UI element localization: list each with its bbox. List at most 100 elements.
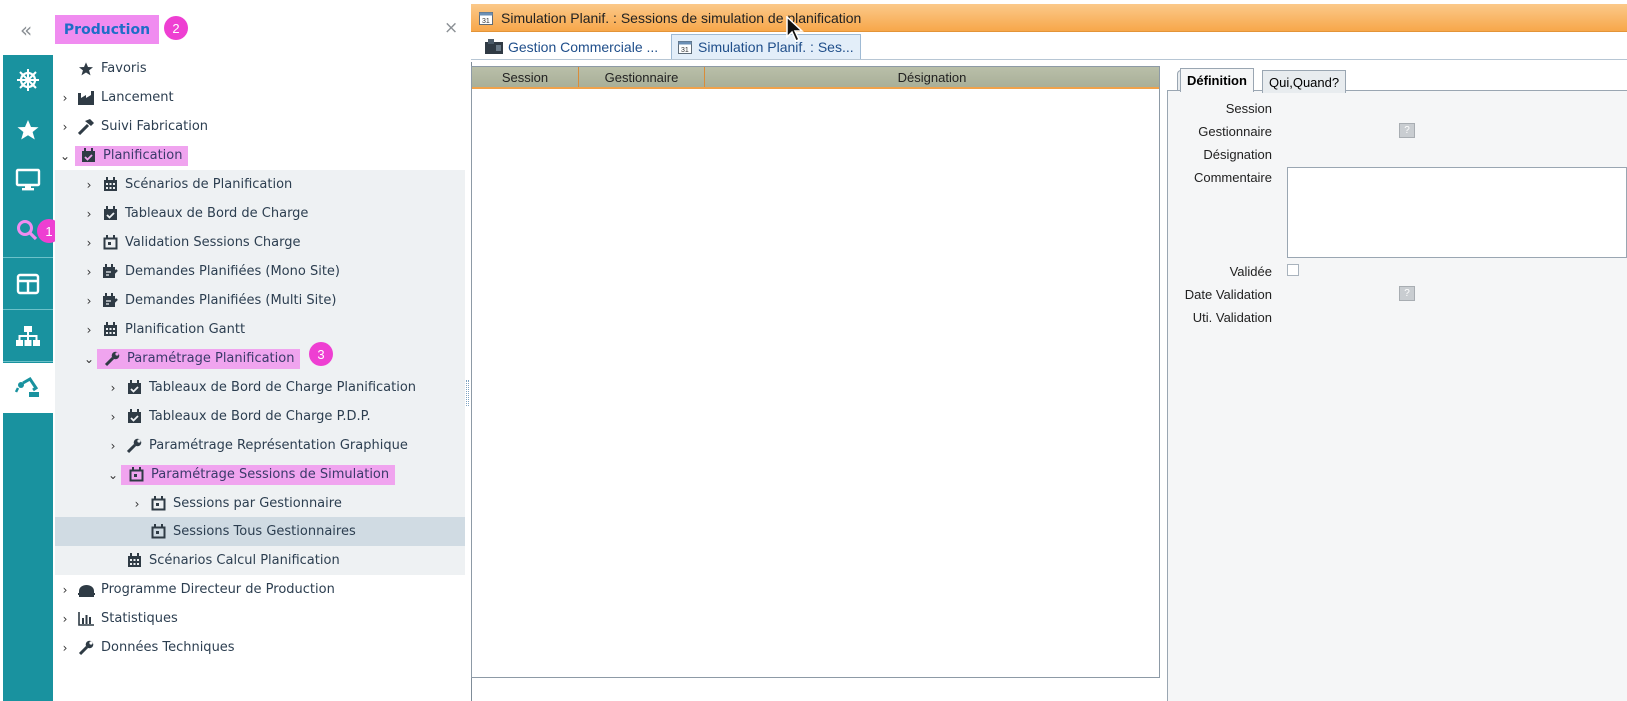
grid-header: Session Gestionnaire Désignation bbox=[472, 67, 1159, 89]
tree-item-planification[interactable]: ⌄ Planification bbox=[57, 141, 189, 170]
tree-item-statistiques[interactable]: › Statistiques bbox=[57, 604, 178, 633]
tree-item-label: Planification bbox=[103, 148, 183, 163]
tree-item-sessions-tous-gestionnaires[interactable]: Sessions Tous Gestionnaires bbox=[129, 517, 356, 546]
tree-item-lancement[interactable]: › Lancement bbox=[57, 83, 174, 112]
helm-icon[interactable] bbox=[3, 55, 53, 105]
tree-item-demandes-multi[interactable]: › Demandes Planifiées (Multi Site) bbox=[81, 286, 336, 315]
chevron-right-icon: › bbox=[86, 177, 92, 192]
wrench-icon bbox=[125, 438, 143, 454]
chevron-right-icon: › bbox=[62, 611, 68, 626]
tree-item-sessions-par-gestionnaire[interactable]: › Sessions par Gestionnaire bbox=[129, 489, 342, 518]
tree-item-suivi-fabrication[interactable]: › Suivi Fabrication bbox=[57, 112, 208, 141]
document-tabs: Gestion Commerciale ... 31 Simulation Pl… bbox=[471, 32, 1627, 60]
tree-item-label: Statistiques bbox=[101, 611, 178, 626]
svg-text:31: 31 bbox=[482, 18, 490, 25]
star-icon[interactable] bbox=[3, 105, 53, 155]
tab-definition[interactable]: Définition bbox=[1180, 68, 1254, 92]
module-title[interactable]: Production bbox=[55, 15, 159, 44]
chevron-right-icon: › bbox=[62, 582, 68, 597]
hierarchy-icon[interactable] bbox=[3, 311, 53, 361]
rail-divider bbox=[3, 309, 53, 310]
tree-item-label: Tableaux de Bord de Charge Planification bbox=[149, 380, 417, 395]
tree-item-label: Paramétrage Représentation Graphique bbox=[149, 438, 408, 453]
tree-item-validation-sessions[interactable]: › Validation Sessions Charge bbox=[81, 228, 300, 257]
chevron-right-icon: › bbox=[62, 640, 68, 655]
calendar-check-icon bbox=[125, 409, 143, 425]
calendar-grid-icon bbox=[101, 322, 119, 338]
gestionnaire-lookup-button[interactable]: ? bbox=[1399, 123, 1415, 138]
layout-icon[interactable] bbox=[3, 259, 53, 309]
chevron-right-icon: › bbox=[86, 322, 92, 337]
date-validation-lookup-button[interactable]: ? bbox=[1399, 286, 1415, 301]
calendar-day-icon: 31 bbox=[479, 11, 493, 25]
tree-item-label: Tableaux de Bord de Charge bbox=[125, 206, 309, 221]
tree-item-label: Favoris bbox=[101, 61, 147, 76]
label-validee: Validée bbox=[1229, 264, 1272, 279]
robot-arm-icon[interactable] bbox=[3, 363, 53, 413]
label-gestionnaire: Gestionnaire bbox=[1198, 124, 1272, 139]
column-header-session[interactable]: Session bbox=[472, 67, 579, 87]
tab-label: Gestion Commerciale ... bbox=[508, 38, 659, 55]
tree-item-pdp[interactable]: › Programme Directeur de Production bbox=[57, 575, 335, 604]
tree-item-label: Sessions Tous Gestionnaires bbox=[173, 524, 356, 539]
tree-item-label: Scénarios Calcul Planification bbox=[149, 553, 340, 568]
tab-label: Simulation Planif. : Ses... bbox=[698, 39, 854, 55]
sessions-grid[interactable]: Session Gestionnaire Désignation bbox=[471, 66, 1160, 678]
app-icon bbox=[485, 39, 503, 54]
step-badge-3: 3 bbox=[309, 342, 333, 366]
tree-item-tableaux-bord-charge[interactable]: › Tableaux de Bord de Charge bbox=[81, 199, 308, 228]
tree-item-label: Planification Gantt bbox=[125, 322, 246, 337]
close-sidebar-button[interactable]: × bbox=[444, 18, 458, 38]
tree-item-label: Demandes Planifiées (Mono Site) bbox=[125, 264, 340, 279]
wrench-icon bbox=[77, 640, 95, 656]
calendar-day-icon bbox=[149, 496, 167, 512]
highlight-planification: Planification bbox=[75, 145, 189, 166]
chevron-right-icon: › bbox=[110, 380, 116, 395]
chevron-right-icon: › bbox=[86, 293, 92, 308]
column-header-gestionnaire[interactable]: Gestionnaire bbox=[579, 67, 705, 87]
tree-item-label: Demandes Planifiées (Multi Site) bbox=[125, 293, 337, 308]
tree-item-label: Suivi Fabrication bbox=[101, 119, 209, 134]
tree-item-parametrage-planification[interactable]: ⌄ Paramétrage Planification bbox=[81, 344, 301, 373]
calendar-check-icon bbox=[79, 148, 97, 164]
wrench-icon bbox=[103, 351, 121, 367]
calendar-grid-icon bbox=[101, 177, 119, 193]
monitor-icon[interactable] bbox=[3, 155, 53, 205]
panel-splitter[interactable] bbox=[466, 380, 469, 406]
collapse-sidebar-button[interactable]: « bbox=[20, 18, 32, 42]
tab-simulation-planif[interactable]: 31 Simulation Planif. : Ses... bbox=[671, 34, 861, 59]
tree-item-planification-gantt[interactable]: › Planification Gantt bbox=[81, 315, 245, 344]
tab-gestion-commerciale[interactable]: Gestion Commerciale ... bbox=[479, 34, 664, 59]
tree-item-donnees-techniques[interactable]: › Données Techniques bbox=[57, 633, 235, 662]
label-uti-validation: Uti. Validation bbox=[1192, 310, 1272, 325]
chevron-right-icon: › bbox=[86, 264, 92, 279]
commentaire-field[interactable] bbox=[1287, 167, 1627, 258]
tree-item-scenarios-planification[interactable]: › Scénarios de Planification bbox=[81, 170, 292, 199]
column-header-designation[interactable]: Désignation bbox=[705, 67, 1159, 87]
tree-item-favoris[interactable]: Favoris bbox=[57, 54, 147, 83]
tree-item-demandes-mono[interactable]: › Demandes Planifiées (Mono Site) bbox=[81, 257, 340, 286]
tree-item-param-sessions-simulation[interactable]: ⌄ Paramétrage Sessions de Simulation bbox=[105, 460, 396, 489]
tree-item-param-representation[interactable]: › Paramétrage Représentation Graphique bbox=[105, 431, 408, 460]
tree-item-label: Données Techniques bbox=[101, 640, 235, 655]
calendar-edit-icon bbox=[101, 293, 119, 309]
mouse-cursor-icon bbox=[786, 15, 806, 48]
tab-qui-quand[interactable]: Qui,Quand? bbox=[1262, 70, 1347, 93]
tree-item-tdb-charge-pdp[interactable]: › Tableaux de Bord de Charge P.D.P. bbox=[105, 402, 371, 431]
factory-icon bbox=[77, 90, 95, 106]
validee-checkbox[interactable] bbox=[1287, 264, 1299, 276]
label-commentaire: Commentaire bbox=[1193, 170, 1272, 185]
hammer-icon bbox=[77, 118, 95, 135]
calendar-grid-icon bbox=[125, 553, 143, 569]
chevron-right-icon: › bbox=[134, 496, 140, 511]
chevron-right-icon: › bbox=[110, 409, 116, 424]
calendar-check-icon bbox=[101, 206, 119, 222]
rail-divider bbox=[3, 361, 53, 362]
highlight-param-sessions: Paramétrage Sessions de Simulation bbox=[121, 464, 396, 485]
calendar-day-icon bbox=[127, 467, 145, 483]
tree-item-tdb-charge-planification[interactable]: › Tableaux de Bord de Charge Planificati… bbox=[105, 373, 416, 402]
rail-divider bbox=[3, 257, 53, 258]
chevron-down-icon: ⌄ bbox=[59, 148, 71, 163]
tree-item-scenarios-calcul[interactable]: Scénarios Calcul Planification bbox=[105, 546, 340, 575]
factory-roof-icon bbox=[77, 582, 95, 598]
